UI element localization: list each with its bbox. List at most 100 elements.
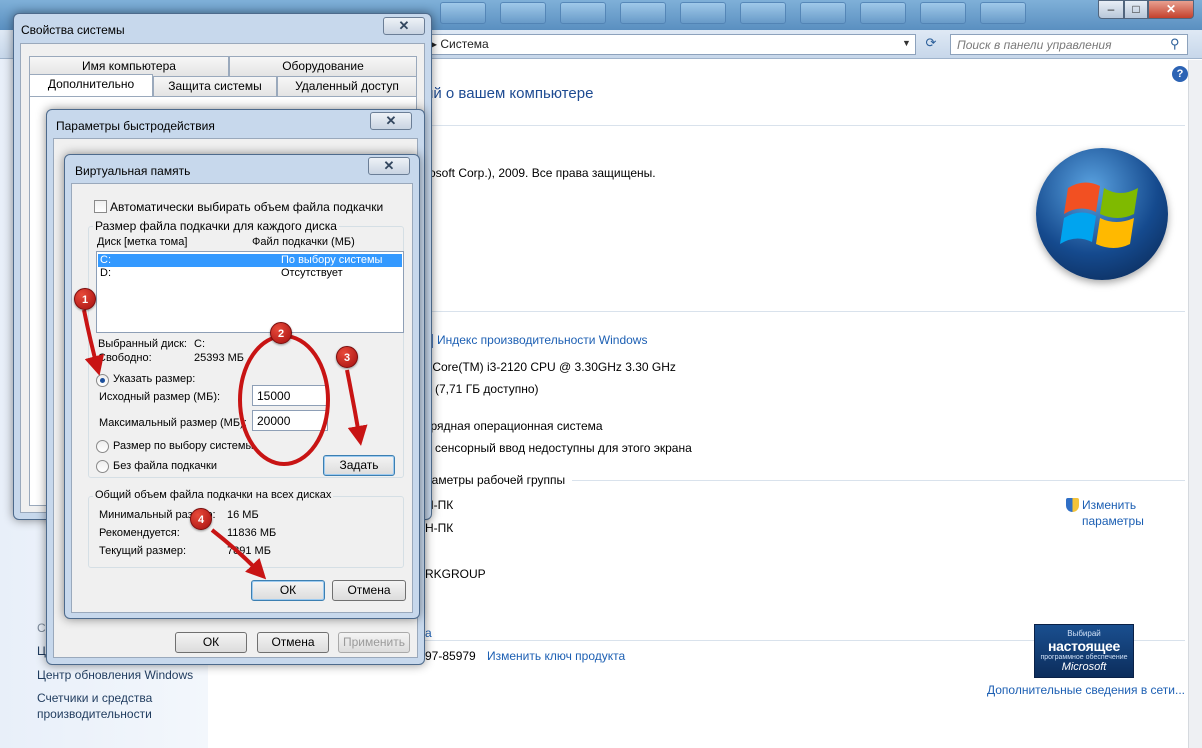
badge-line4: Microsoft bbox=[1061, 661, 1107, 673]
tab-advanced[interactable]: Дополнительно bbox=[29, 74, 153, 96]
per-drive-group-label: Размер файла подкачки для каждого диска bbox=[93, 219, 339, 233]
taskbar-thumbnail[interactable] bbox=[560, 2, 606, 24]
list-item[interactable]: C: По выбору системы bbox=[98, 254, 402, 267]
taskbar-thumbnail[interactable] bbox=[860, 2, 906, 24]
minimize-button[interactable]: – bbox=[1098, 0, 1124, 19]
more-info-link[interactable]: Дополнительные сведения в сети... bbox=[987, 683, 1185, 697]
step-badge-3: 3 bbox=[336, 346, 358, 368]
taskbar-thumbnail[interactable] bbox=[500, 2, 546, 24]
activation-link[interactable]: а bbox=[425, 626, 432, 640]
search-input[interactable]: Поиск в панели управления bbox=[950, 34, 1188, 55]
scrollbar[interactable] bbox=[1188, 60, 1202, 748]
ram-value: 5 (7,71 ГБ доступно) bbox=[425, 382, 539, 396]
tab-hardware[interactable]: Оборудование bbox=[229, 56, 417, 76]
apply-button[interactable]: Применить bbox=[338, 632, 410, 653]
close-icon[interactable]: ✕ bbox=[368, 157, 410, 175]
search-icon[interactable]: ⚲ bbox=[1170, 36, 1180, 52]
copyright-text: rosoft Corp.), 2009. Все права защищены. bbox=[425, 166, 656, 180]
close-icon[interactable]: ✕ bbox=[370, 112, 412, 130]
perf-index-link[interactable]: Индекс производительности Windows bbox=[437, 333, 647, 347]
os-type-value: зрядная операционная система bbox=[425, 419, 603, 433]
taskbar-thumbnail[interactable] bbox=[620, 2, 666, 24]
recommended-value: 11836 МБ bbox=[227, 527, 277, 539]
address-bar[interactable]: ▸ Система bbox=[420, 34, 916, 55]
windows-flag-icon bbox=[1060, 182, 1138, 248]
recommended-label: Рекомендуется: bbox=[99, 527, 180, 539]
taskbar-thumbnail[interactable] bbox=[740, 2, 786, 24]
drive-list[interactable]: C: По выбору системы D: Отсутствует bbox=[96, 251, 404, 333]
badge-line3: программное обеспечение bbox=[1040, 654, 1128, 661]
free-space-label: Свободно: bbox=[98, 352, 152, 364]
column-drive: Диск [метка тома] bbox=[97, 236, 188, 248]
close-button[interactable]: ✕ bbox=[1148, 0, 1194, 19]
taskbar-thumbnail[interactable] bbox=[440, 2, 486, 24]
full-name-value: Н-ПК bbox=[425, 521, 454, 535]
step-badge-1: 1 bbox=[74, 288, 96, 310]
taskbar-thumbnails bbox=[430, 0, 1110, 28]
divider bbox=[425, 311, 1185, 312]
badge-line2: настоящее bbox=[1048, 638, 1120, 654]
shield-icon bbox=[1066, 498, 1079, 512]
step-badge-2: 2 bbox=[270, 322, 292, 344]
list-item[interactable]: D: Отсутствует bbox=[98, 267, 402, 280]
help-icon[interactable]: ? bbox=[1172, 66, 1188, 82]
cancel-button[interactable]: Отмена bbox=[257, 632, 329, 653]
tab-computer-name[interactable]: Имя компьютера bbox=[29, 56, 229, 76]
drive-pagefile: Отсутствует bbox=[281, 267, 343, 279]
workgroup-section-title: раметры рабочей группы bbox=[425, 473, 566, 487]
refresh-icon[interactable]: ⟳ bbox=[920, 35, 942, 54]
search-placeholder: Поиск в панели управления bbox=[957, 38, 1112, 52]
page-title: ий о вашем компьютере bbox=[425, 85, 594, 102]
current-size-label: Текущий размер: bbox=[99, 545, 187, 557]
initial-size-label: Исходный размер (МБ): bbox=[99, 391, 221, 403]
max-size-label: Максимальный размер (МБ): bbox=[99, 417, 247, 429]
taskbar-thumbnail[interactable] bbox=[800, 2, 846, 24]
pen-touch-value: и сенсорный ввод недоступны для этого эк… bbox=[425, 441, 692, 455]
no-pagefile-radio[interactable] bbox=[96, 460, 109, 473]
divider bbox=[572, 480, 1185, 481]
selected-drive-label: Выбранный диск: bbox=[98, 338, 187, 350]
product-id-value: 97-85979 bbox=[425, 649, 476, 663]
taskbar-thumbnail[interactable] bbox=[680, 2, 726, 24]
processor-value: ) Core(TM) i3-2120 CPU @ 3.30GHz 3.30 GH… bbox=[425, 360, 676, 374]
drive-letter: C: bbox=[100, 254, 111, 266]
change-settings-link-line2[interactable]: параметры bbox=[1082, 514, 1144, 528]
divider bbox=[425, 125, 1185, 126]
column-pagefile: Файл подкачки (МБ) bbox=[252, 236, 355, 248]
badge-line1: Выбирай bbox=[1067, 629, 1101, 638]
tab-system-protection[interactable]: Защита системы bbox=[153, 76, 277, 96]
taskbar-thumbnail[interactable] bbox=[980, 2, 1026, 24]
virtual-memory-client: Автоматически выбирать объем файла подка… bbox=[71, 183, 413, 613]
sidebar-item-perf-tools[interactable]: Счетчики и средства bbox=[37, 690, 152, 706]
sidebar-item-windows-update[interactable]: Центр обновления Windows bbox=[37, 667, 193, 683]
window-title: Виртуальная память bbox=[75, 164, 191, 178]
min-size-value: 16 МБ bbox=[227, 509, 259, 521]
auto-pagefile-checkbox[interactable] bbox=[94, 200, 107, 213]
step-badge-4: 4 bbox=[190, 508, 212, 530]
chevron-down-icon[interactable]: ▼ bbox=[902, 38, 911, 48]
genuine-microsoft-badge[interactable]: Выбирай настоящее программное обеспечени… bbox=[1034, 624, 1134, 678]
no-pagefile-label[interactable]: Без файла подкачки bbox=[113, 460, 217, 472]
custom-size-label[interactable]: Указать размер: bbox=[113, 373, 195, 385]
custom-size-radio[interactable] bbox=[96, 374, 109, 387]
change-settings-link[interactable]: Изменить bbox=[1082, 498, 1136, 512]
auto-pagefile-label[interactable]: Автоматически выбирать объем файла подка… bbox=[110, 200, 383, 214]
set-button[interactable]: Задать bbox=[323, 455, 395, 476]
taskbar-thumbnail[interactable] bbox=[920, 2, 966, 24]
close-icon[interactable]: ✕ bbox=[383, 17, 425, 35]
system-managed-label[interactable]: Размер по выбору системы bbox=[113, 440, 253, 452]
cancel-button[interactable]: Отмена bbox=[332, 580, 406, 601]
current-size-value: 7891 МБ bbox=[227, 545, 271, 557]
tab-remote[interactable]: Удаленный доступ bbox=[277, 76, 417, 96]
system-managed-radio[interactable] bbox=[96, 440, 109, 453]
sidebar-item-perf-tools-line2[interactable]: производительности bbox=[37, 706, 152, 722]
ok-button[interactable]: ОК bbox=[175, 632, 247, 653]
maximize-button[interactable]: □ bbox=[1124, 0, 1148, 19]
initial-size-input[interactable]: 15000 bbox=[252, 385, 328, 406]
change-key-link[interactable]: Изменить ключ продукта bbox=[487, 649, 625, 663]
max-size-input[interactable]: 20000 bbox=[252, 410, 328, 431]
ok-button[interactable]: ОК bbox=[251, 580, 325, 601]
drive-pagefile: По выбору системы bbox=[281, 254, 383, 266]
breadcrumb[interactable]: ▸ Система bbox=[431, 37, 489, 51]
total-group-label: Общий объем файла подкачки на всех диска… bbox=[93, 489, 334, 501]
